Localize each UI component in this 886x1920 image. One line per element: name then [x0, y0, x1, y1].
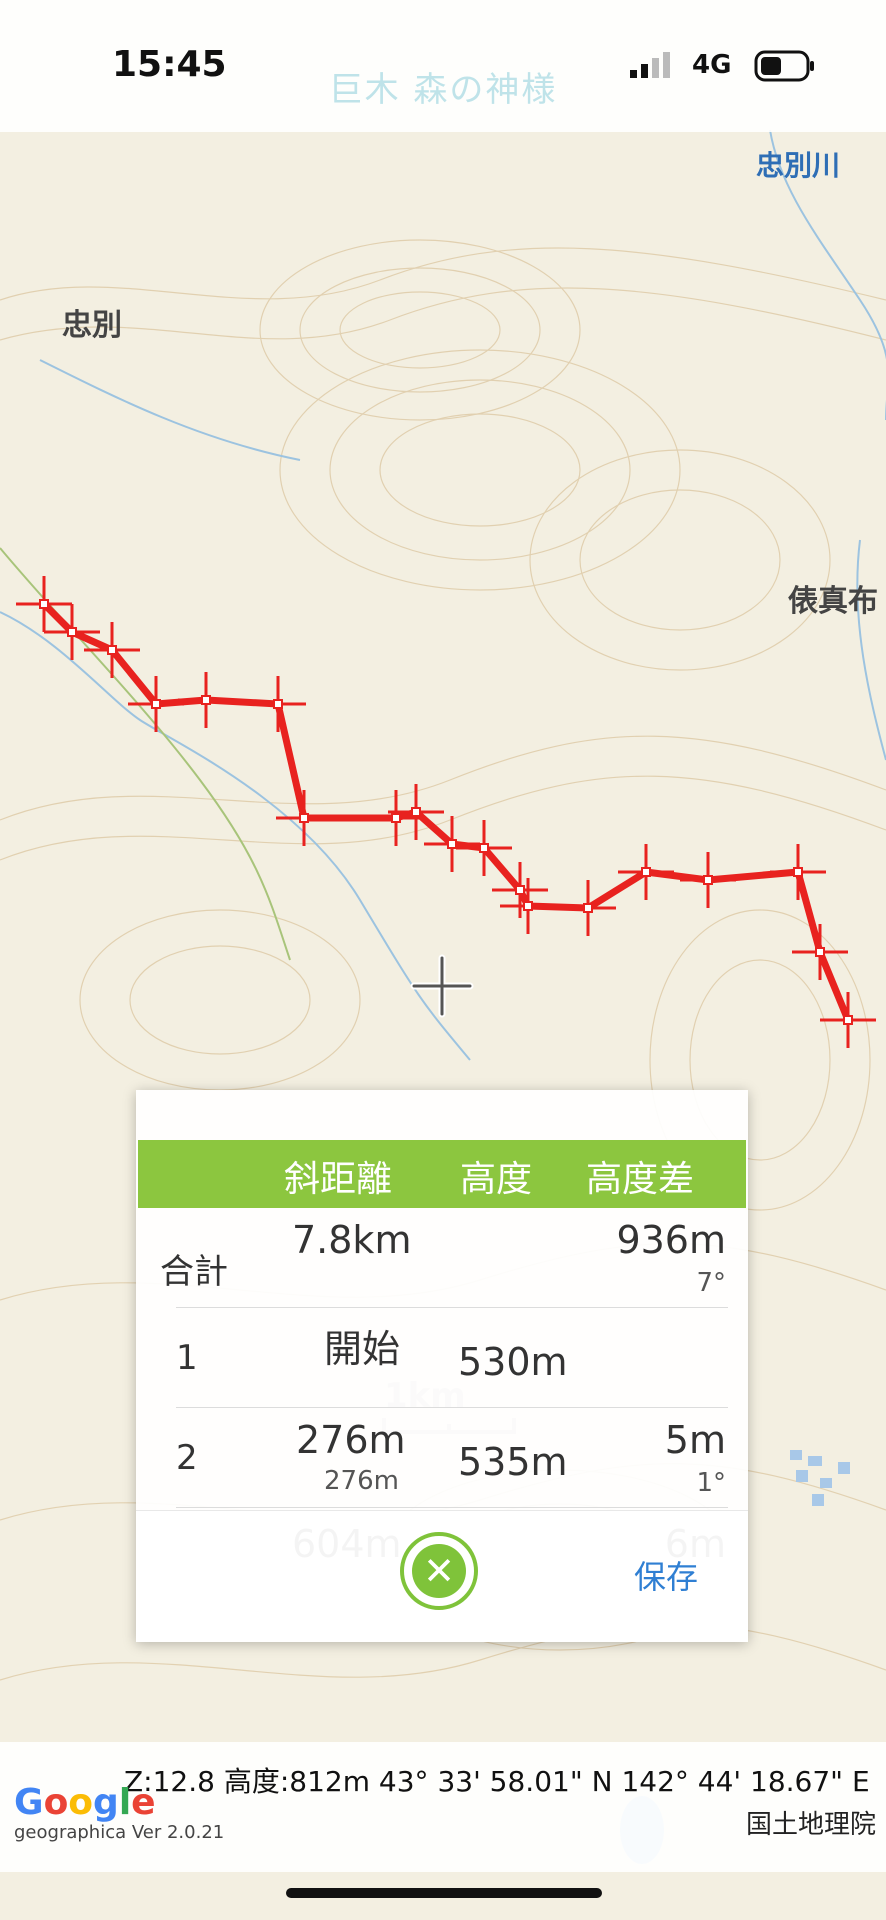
coordinates-readout: Z:12.8 高度:812m 43° 33' 58.01" N 142° 44'…	[124, 1765, 870, 1798]
row-label: 合計	[160, 1252, 228, 1292]
row-altitude: 530m	[458, 1340, 568, 1384]
row-diff: 936m	[616, 1218, 726, 1262]
row-label: 2	[176, 1438, 198, 1478]
row-diff-angle: 1°	[696, 1468, 726, 1498]
save-button[interactable]: 保存	[634, 1552, 698, 1598]
table-header: 斜距離 高度 高度差	[138, 1140, 746, 1208]
row-altitude: 535m	[458, 1440, 568, 1484]
place-label-river: 忠別川	[756, 149, 841, 182]
attribution: 国土地理院	[745, 1810, 876, 1840]
distance-panel: 斜距離 高度 高度差 合計 7.8km 936m 7° 1 開始 530m 2 …	[136, 1090, 748, 1642]
row-distance: 開始	[324, 1327, 401, 1371]
table-row-total: 合計 7.8km 936m 7°	[136, 1208, 748, 1308]
row-distance: 276m	[296, 1418, 406, 1462]
close-icon: ✕	[412, 1544, 466, 1598]
header-slope-distance: 斜距離	[284, 1159, 393, 1200]
row-distance: 7.8km	[292, 1218, 412, 1262]
header-altitude-diff: 高度差	[586, 1159, 695, 1200]
table-row: 2 276m 276m 535m 5m 1°	[136, 1408, 748, 1508]
place-label-chubetsu: 忠別	[62, 308, 122, 343]
status-bar: 15:45 4G 巨木 森の神様	[0, 0, 886, 132]
table-row: 1 開始 530m	[136, 1308, 748, 1408]
header-altitude: 高度	[460, 1159, 533, 1200]
row-label: 1	[176, 1338, 198, 1378]
row-diff: 5m	[664, 1418, 726, 1462]
row-diff-angle: 7°	[696, 1268, 726, 1298]
row-distance-sub: 276m	[324, 1466, 399, 1496]
home-indicator[interactable]	[286, 1888, 602, 1898]
google-logo: Google	[14, 1782, 156, 1823]
place-label-tawaramappu: 俵真布	[788, 584, 878, 619]
app-version: geographica Ver 2.0.21	[14, 1822, 225, 1843]
map-title: 巨木 森の神様	[328, 70, 558, 110]
close-button[interactable]: ✕	[400, 1532, 478, 1610]
